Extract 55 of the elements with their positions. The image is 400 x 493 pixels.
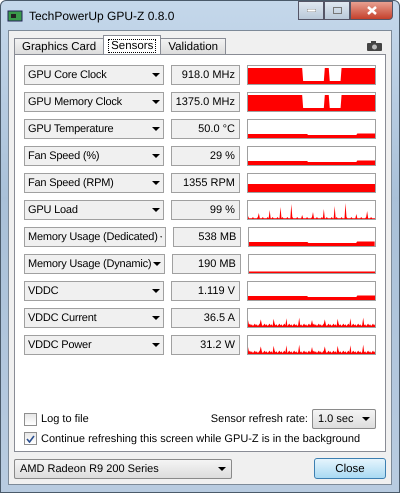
- graphics-card-icon: [7, 8, 23, 22]
- sensor-dropdown[interactable]: GPU Core Clock: [24, 65, 164, 85]
- check-icon: [26, 434, 35, 442]
- sensor-dropdown[interactable]: Memory Usage (Dynamic): [24, 254, 166, 274]
- caret-icon: [153, 262, 162, 266]
- tab[interactable]: Graphics Card: [14, 38, 104, 55]
- sensor-dropdown[interactable]: VDDC Power: [24, 335, 164, 355]
- tab[interactable]: Validation: [160, 38, 226, 55]
- sensor-value: 190 MB: [172, 254, 241, 274]
- minimize-button[interactable]: [298, 1, 324, 20]
- maximize-icon: [332, 7, 342, 14]
- caret-icon: [152, 100, 160, 104]
- sensor-dropdown[interactable]: Fan Speed (RPM): [24, 173, 164, 193]
- sensor-value: 29 %: [170, 146, 240, 166]
- refresh-rate-dropdown[interactable]: 1.0 sec: [312, 409, 376, 429]
- sensor-value: 1.119 V: [170, 281, 240, 301]
- sensor-value: 36.5 A: [170, 308, 240, 328]
- sensor-value: 1355 RPM: [170, 173, 240, 193]
- caret-icon: [152, 316, 160, 320]
- camera-icon[interactable]: [367, 41, 382, 51]
- sensor-dropdown[interactable]: GPU Temperature: [24, 119, 164, 139]
- sensor-value: 99 %: [170, 200, 240, 220]
- caret-icon: [152, 208, 160, 212]
- close-button[interactable]: Close: [314, 458, 386, 479]
- close-window-button[interactable]: [350, 1, 393, 20]
- sensor-dropdown[interactable]: Fan Speed (%): [24, 146, 164, 166]
- sensor-value: 31.2 W: [170, 335, 240, 355]
- minimize-icon: [306, 9, 316, 12]
- sensor-value: 50.0 °C: [170, 119, 240, 139]
- close-icon: [366, 6, 376, 15]
- maximize-button[interactable]: [324, 1, 350, 20]
- tab[interactable]: Sensors: [103, 35, 162, 55]
- device-dropdown[interactable]: AMD Radeon R9 200 Series: [14, 458, 232, 478]
- checkbox-label: Log to file: [41, 413, 89, 425]
- caret-icon: [152, 73, 160, 77]
- caret-icon: [362, 417, 370, 421]
- sensor-value: 1375.0 MHz: [170, 92, 240, 112]
- checkbox[interactable]: [24, 412, 37, 426]
- caret-icon: [152, 154, 160, 158]
- sensor-dropdown[interactable]: GPU Memory Clock: [24, 92, 164, 112]
- sensor-dropdown[interactable]: VDDC Current: [24, 308, 164, 328]
- caret-icon: [152, 289, 160, 293]
- sensor-dropdown[interactable]: GPU Load: [24, 200, 164, 220]
- checkbox[interactable]: [24, 432, 37, 445]
- caret-icon: [152, 127, 160, 131]
- refresh-rate-label: Sensor refresh rate:: [210, 413, 308, 425]
- sensor-dropdown[interactable]: Memory Usage (Dedicated): [24, 227, 166, 247]
- caret-icon: [218, 466, 226, 470]
- sensor-value: 538 MB: [173, 227, 242, 247]
- window-title: TechPowerUp GPU-Z 0.8.0: [29, 8, 176, 22]
- checkbox-label: Continue refreshing this screen while GPU-Z is in the background: [41, 432, 360, 444]
- caret-icon: [152, 343, 160, 347]
- caret-icon: [152, 181, 160, 185]
- sensor-dropdown[interactable]: VDDC: [24, 281, 164, 301]
- sensor-value: 918.0 MHz: [170, 65, 240, 85]
